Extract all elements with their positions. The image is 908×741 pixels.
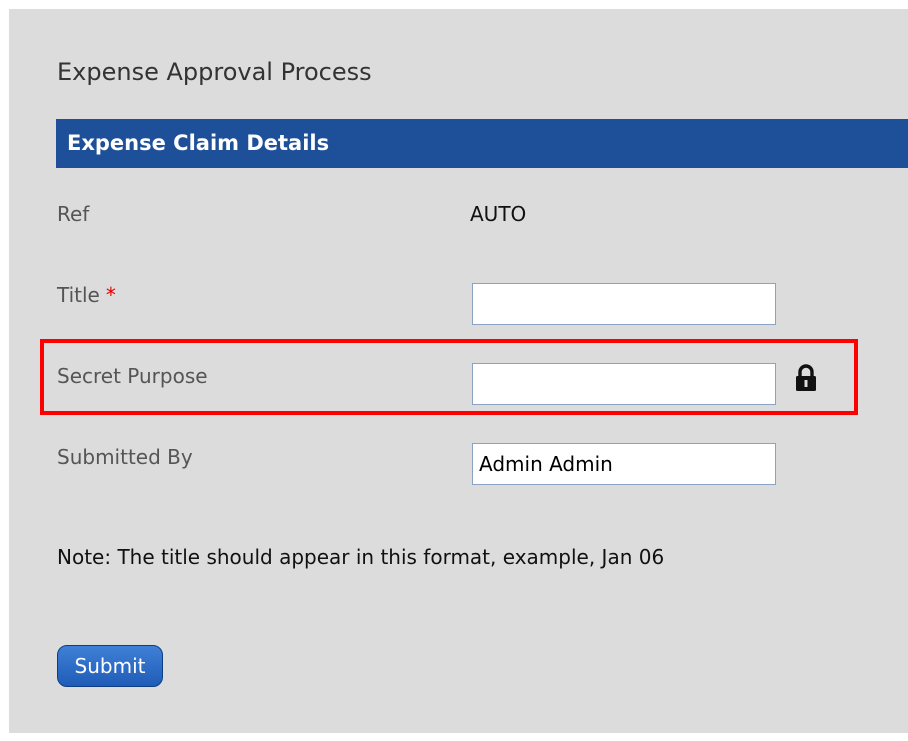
submitted-by-input[interactable] (472, 443, 776, 485)
ref-value: AUTO (470, 202, 527, 226)
title-label: Title * (57, 283, 116, 307)
secret-purpose-input[interactable] (472, 363, 776, 405)
section-title: Expense Claim Details (67, 131, 330, 155)
lock-icon (793, 363, 819, 393)
section-header: Expense Claim Details (56, 119, 908, 168)
ref-label: Ref (57, 202, 90, 226)
title-input[interactable] (472, 283, 776, 325)
submit-button[interactable]: Submit (57, 645, 163, 687)
page-title: Expense Approval Process (57, 58, 372, 86)
format-note: Note: The title should appear in this fo… (57, 545, 665, 569)
title-label-text: Title (57, 283, 100, 307)
required-marker: * (105, 283, 116, 307)
secret-purpose-label: Secret Purpose (57, 364, 208, 388)
submitted-by-label: Submitted By (57, 445, 193, 469)
